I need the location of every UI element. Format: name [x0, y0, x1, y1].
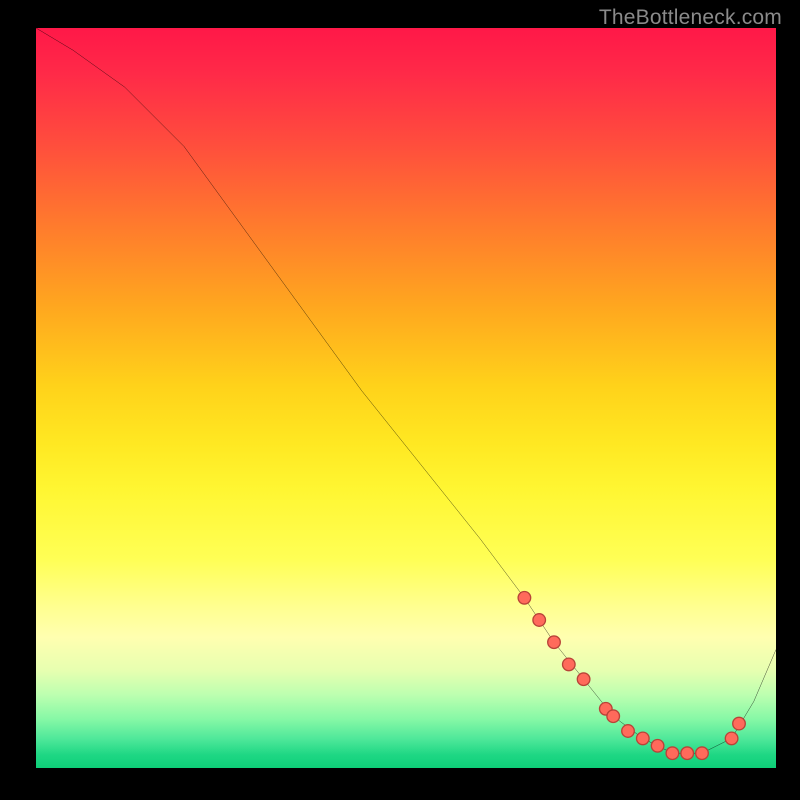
plot-area: [36, 28, 776, 768]
chart-stage: TheBottleneck.com: [0, 0, 800, 800]
background-gradient: [36, 28, 776, 768]
gradient-lower: [36, 605, 776, 768]
gradient-upper: [36, 28, 776, 605]
watermark-text: TheBottleneck.com: [599, 6, 782, 30]
